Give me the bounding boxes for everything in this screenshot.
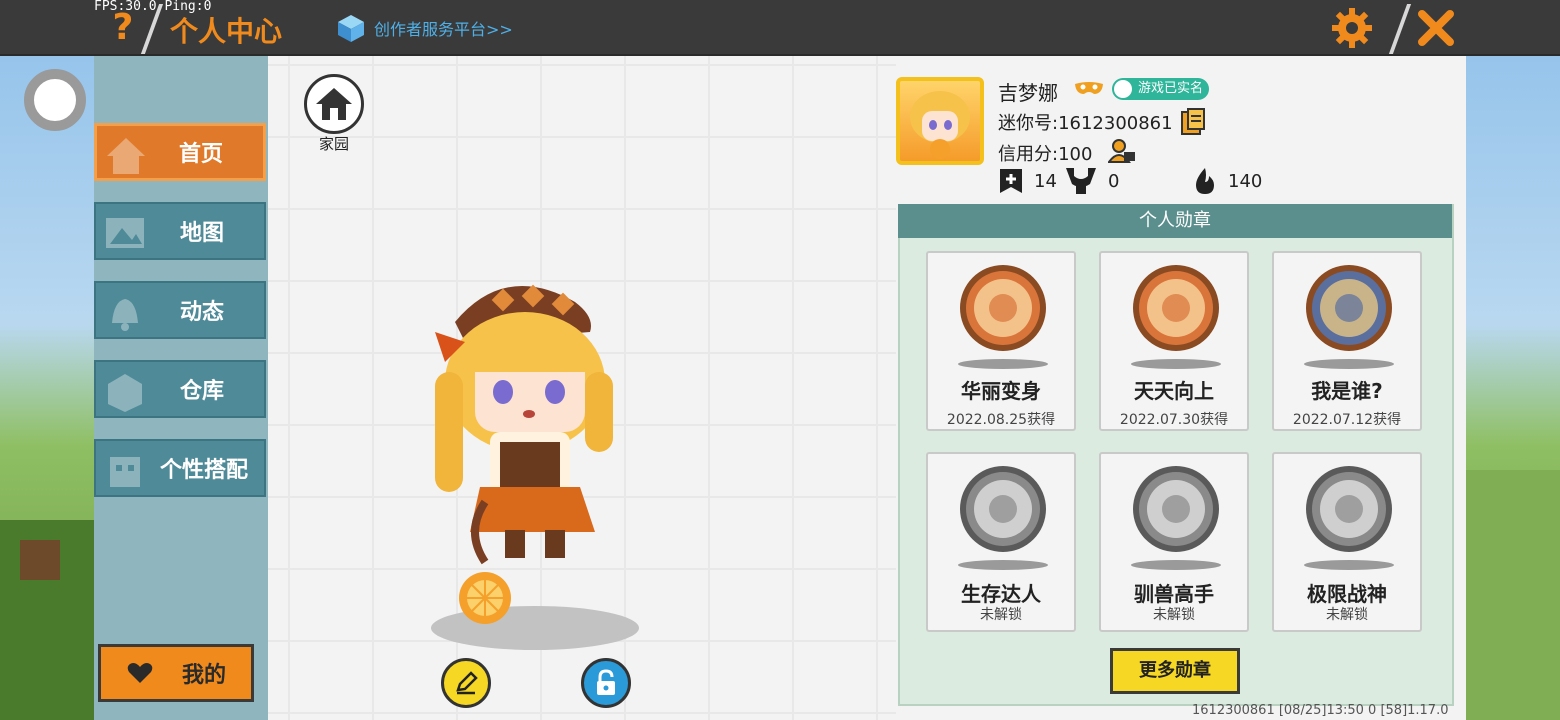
credit-user-icon[interactable]: [1108, 138, 1136, 164]
badge-date: 未解锁: [980, 607, 1022, 623]
mask-icon: [1075, 82, 1103, 94]
box-icon: [108, 374, 142, 412]
house-icon: [316, 88, 352, 120]
badge-date: 未解锁: [1153, 607, 1195, 623]
badge-card[interactable]: 华丽变身 2022.08.25获得: [926, 251, 1076, 431]
stat-value: 0: [1108, 170, 1120, 192]
badge-name: 极限战神: [1307, 582, 1387, 606]
sidebar-item-label: 个性搭配: [159, 458, 248, 483]
sidebar-item-label: 首页: [178, 142, 223, 167]
user-check-icon: [1114, 80, 1132, 98]
verified-label: 游戏已实名: [1138, 81, 1204, 96]
sidebar-item-map[interactable]: 地图: [94, 202, 266, 260]
record-button[interactable]: [24, 69, 86, 131]
sidebar-item-label: 地图: [179, 221, 224, 246]
badge-name: 生存达人: [961, 582, 1041, 606]
close-icon[interactable]: [1414, 6, 1458, 50]
sidebar-item-feed[interactable]: 动态: [94, 281, 266, 339]
medal-shadow: [1131, 359, 1221, 369]
lock-button[interactable]: [581, 658, 631, 708]
badge-card[interactable]: 生存达人 未解锁: [926, 452, 1076, 632]
bell-icon: [112, 299, 138, 331]
sidebar-item-label: 仓库: [179, 379, 224, 404]
outfit-icon: [110, 457, 140, 487]
badge-date: 2022.08.25获得: [946, 412, 1056, 428]
pencil-icon: [456, 671, 478, 695]
medal-shadow: [958, 560, 1048, 570]
stat-favorites: 14: [998, 166, 1057, 196]
badge-date: 2022.07.30获得: [1119, 412, 1229, 428]
grass-block: [1460, 470, 1560, 720]
badge-name: 我是谁?: [1311, 379, 1383, 403]
creator-link-text: 创作者服务平台>>: [374, 20, 513, 39]
badge-name: 天天向上: [1134, 379, 1214, 403]
verified-badge: 游戏已实名: [1112, 78, 1210, 100]
badge-card[interactable]: 极限战神 未解锁: [1272, 452, 1422, 632]
medal-shadow: [958, 359, 1048, 369]
sidebar-item-label: 动态: [179, 300, 224, 325]
badge-date: 2022.07.12获得: [1292, 412, 1402, 428]
stat-trophies: 0: [1064, 166, 1119, 196]
avatar-character[interactable]: [395, 262, 635, 632]
gear-icon[interactable]: [1330, 6, 1374, 50]
medal-shadow: [1131, 560, 1221, 570]
image-icon: [106, 218, 144, 248]
stat-popularity: 140: [1192, 166, 1262, 196]
badge-panel-title: 个人勋章: [898, 204, 1452, 238]
sidebar-item-home[interactable]: 首页: [94, 123, 266, 181]
home-label: 家园: [318, 135, 349, 153]
badge-medal-icon: [958, 263, 1048, 353]
badge-medal-icon: [1131, 263, 1221, 353]
badge-medal-icon: [1304, 464, 1394, 554]
player-name: 吉梦娜: [998, 81, 1058, 105]
home-button[interactable]: [304, 74, 364, 134]
my-button-label: 我的: [181, 663, 226, 688]
trophy-icon: [1066, 168, 1096, 194]
flame-icon: [1196, 168, 1214, 194]
edit-button[interactable]: [441, 658, 491, 708]
badge-name: 华丽变身: [961, 379, 1041, 403]
stat-value: 14: [1034, 170, 1057, 192]
unlock-icon: [597, 669, 615, 695]
more-badges-button[interactable]: 更多勋章: [1110, 648, 1240, 694]
copy-icon[interactable]: [1180, 108, 1206, 136]
medal-shadow: [1304, 359, 1394, 369]
badge-date: 未解锁: [1326, 607, 1368, 623]
fps-ping-overlay: FPS:30.0 Ping:0: [94, 0, 212, 14]
avatar[interactable]: [896, 77, 984, 165]
help-icon[interactable]: ?: [108, 8, 138, 48]
badge-card[interactable]: 天天向上 2022.07.30获得: [1099, 251, 1249, 431]
creator-platform-link[interactable]: 创作者服务平台>>: [336, 12, 513, 44]
badge-medal-icon: [1131, 464, 1221, 554]
house-icon: [107, 138, 145, 174]
mini-id: 迷你号:1612300861: [998, 113, 1173, 134]
heart-icon: [127, 663, 153, 683]
badge-card[interactable]: 驯兽高手 未解锁: [1099, 452, 1249, 632]
badge-card[interactable]: 我是谁? 2022.07.12获得: [1272, 251, 1422, 431]
badge-medal-icon: [1304, 263, 1394, 353]
stat-value: 140: [1228, 170, 1263, 192]
my-button[interactable]: 我的: [98, 644, 254, 702]
flag-plus-icon: [1000, 169, 1022, 193]
sidebar-item-outfit[interactable]: 个性搭配: [94, 439, 266, 497]
dirt-block: [20, 540, 60, 580]
medal-shadow: [1304, 560, 1394, 570]
credit-score: 信用分:100: [998, 144, 1093, 165]
badge-medal-icon: [958, 464, 1048, 554]
badge-name: 驯兽高手: [1134, 582, 1214, 606]
page-title: 个人中心: [170, 15, 283, 48]
sidebar-item-warehouse[interactable]: 仓库: [94, 360, 266, 418]
cube-icon: [336, 13, 366, 43]
footer-info: 1612300861 [08/25]13:50 0 [58]1.17.0: [1192, 703, 1449, 718]
